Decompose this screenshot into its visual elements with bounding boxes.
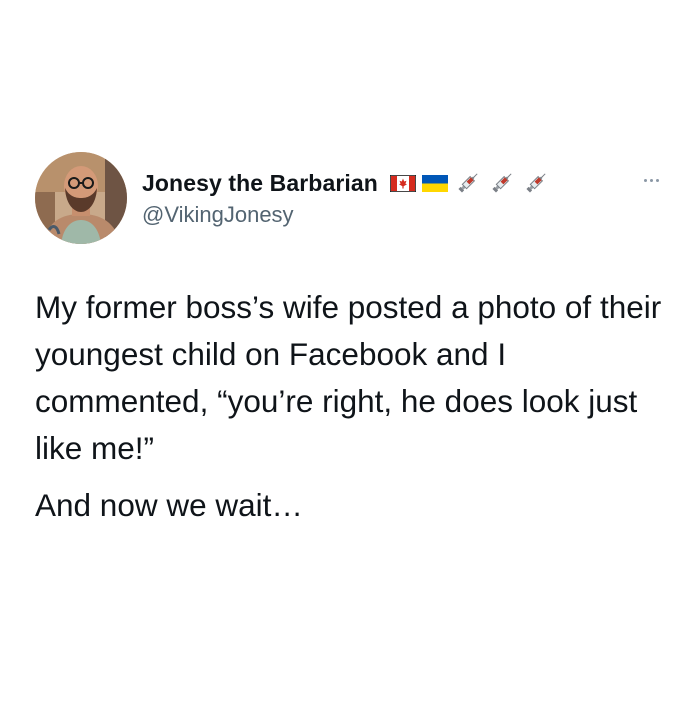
ukraine-flag-icon: [421, 174, 448, 192]
syringe-icon: [526, 173, 546, 193]
author-name-row: Jonesy the Barbarian: [142, 168, 550, 198]
tweet-text-paragraph: My former boss’s wife posted a photo of …: [35, 289, 662, 466]
tweet-card: Jonesy the Barbarian @VikingJonesy My fo…: [0, 0, 700, 703]
ellipsis-icon[interactable]: [636, 170, 666, 190]
avatar-photo: [35, 152, 127, 244]
author-display-name[interactable]: Jonesy the Barbarian: [142, 170, 378, 197]
canada-flag-icon: [389, 174, 416, 192]
author-handle[interactable]: @VikingJonesy: [142, 202, 294, 228]
avatar[interactable]: [35, 152, 127, 244]
name-badges: [389, 169, 550, 197]
syringe-icon: [458, 173, 478, 193]
tweet-text-paragraph: And now we wait…: [35, 487, 303, 523]
tweet-text: My former boss’s wife posted a photo of …: [35, 284, 675, 529]
syringe-icon: [492, 173, 512, 193]
